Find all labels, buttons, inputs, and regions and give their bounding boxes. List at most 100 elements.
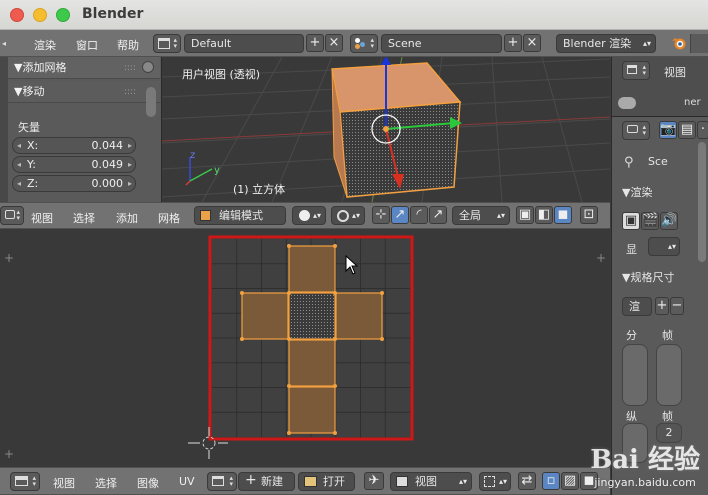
pivot-select[interactable]: ▴▾ bbox=[331, 206, 365, 225]
uv-image-editor[interactable]: + + + bbox=[0, 229, 610, 467]
display-select[interactable]: ▴▾ bbox=[648, 237, 680, 256]
vp-menu-select[interactable]: 选择 bbox=[73, 210, 95, 226]
manipulator-toggle-icon[interactable]: ⊹ bbox=[372, 206, 390, 224]
folder-icon bbox=[304, 476, 317, 487]
properties-editor-type-icon[interactable]: ▴ ▾ bbox=[622, 121, 650, 140]
window-close-button[interactable] bbox=[10, 8, 24, 22]
display-label: 显 bbox=[626, 243, 637, 256]
viewport-3d[interactable]: 用户视图 (透视) (1) 立方体 z y bbox=[162, 57, 610, 202]
vp-menu-mesh[interactable]: 网格 bbox=[158, 210, 180, 226]
uv-menu-image[interactable]: 图像 bbox=[137, 475, 159, 491]
face-select-icon[interactable]: ◼ bbox=[554, 206, 572, 224]
render-engine-label: Blender 渲染 bbox=[563, 37, 632, 50]
menu-help[interactable]: 帮助 bbox=[117, 37, 139, 53]
render-animation-button[interactable]: 🎬 bbox=[641, 212, 659, 230]
scale-manipulator-icon[interactable]: ↗ bbox=[429, 206, 447, 224]
window-titlebar: Blender bbox=[0, 0, 708, 30]
translate-manipulator-icon[interactable]: ↗ bbox=[391, 206, 409, 224]
pin-icon[interactable]: ⚲ bbox=[624, 155, 634, 170]
mouse-pointer-icon bbox=[345, 255, 359, 275]
uv-vertex-select-icon[interactable]: ▫ bbox=[542, 472, 560, 490]
uv-edge-select-icon[interactable]: ▨ bbox=[561, 472, 579, 490]
uv-menu-view[interactable]: 视图 bbox=[53, 475, 75, 491]
cube-mesh[interactable] bbox=[322, 57, 482, 202]
vp-menu-view[interactable]: 视图 bbox=[31, 210, 53, 226]
remove-preset-button[interactable]: − bbox=[670, 297, 684, 315]
tool-panel-scrollbar[interactable] bbox=[146, 87, 156, 117]
window-maximize-button[interactable] bbox=[56, 8, 70, 22]
open-image-button[interactable]: 打开 bbox=[298, 472, 355, 491]
menu-render[interactable]: 渲染 bbox=[34, 37, 56, 53]
vertex-select-icon[interactable]: ▣ bbox=[516, 206, 534, 224]
watermark-url: jingyan.baidu.com bbox=[594, 476, 696, 489]
image-mode-select[interactable]: 视图 ▴▾ bbox=[390, 472, 472, 491]
screen-layout-field[interactable]: Default bbox=[184, 34, 304, 53]
scene-field[interactable]: Scene bbox=[381, 34, 502, 53]
drag-handle-icon[interactable]: :::: bbox=[124, 81, 136, 103]
edge-select-icon[interactable]: ◧ bbox=[535, 206, 553, 224]
outliner-editor-type-icon[interactable]: ▴ ▾ bbox=[622, 61, 650, 80]
add-preset-button[interactable]: + bbox=[655, 297, 669, 315]
render-layers-tab-icon[interactable]: ▤ bbox=[678, 121, 696, 139]
remove-scene-button[interactable]: × bbox=[523, 34, 541, 52]
rotate-manipulator-icon[interactable]: ◜ bbox=[410, 206, 428, 224]
mode-select[interactable]: 编辑模式 bbox=[194, 206, 286, 225]
tool-tabs[interactable] bbox=[0, 57, 8, 202]
menu-window[interactable]: 窗口 bbox=[76, 37, 98, 53]
uv-pivot-select[interactable]: ▴▾ bbox=[479, 472, 511, 491]
properties-scrollbar[interactable] bbox=[698, 142, 706, 262]
pin-image-icon[interactable]: ✈ bbox=[364, 472, 384, 490]
viewport-editor-type-icon[interactable]: ▴ ▾ bbox=[0, 206, 24, 225]
bounding-box-icon bbox=[484, 476, 495, 487]
vector-y-field[interactable]: ◂ Y: 0.049 ▸ bbox=[12, 156, 136, 173]
new-image-button[interactable]: + 新建 bbox=[238, 472, 295, 491]
frame-column-label: 帧 bbox=[662, 329, 673, 342]
drag-handle-icon[interactable]: :::: bbox=[124, 57, 136, 79]
dimensions-panel-header[interactable]: ▼规格尺寸 bbox=[622, 269, 674, 285]
uv-menu-select[interactable]: 选择 bbox=[95, 475, 117, 491]
render-engine-select[interactable]: Blender 渲染 ▴▾ bbox=[556, 34, 656, 53]
watermark-main: Bai 经验 bbox=[590, 445, 700, 475]
remove-screen-button[interactable]: × bbox=[325, 34, 343, 52]
header-editor-icon[interactable]: ◂ bbox=[0, 34, 12, 52]
info-header: ◂ 渲染 窗口 帮助 ▴ ▾ Default + × ▴ ▾ Scene + × B… bbox=[0, 30, 708, 57]
resolution-fields[interactable] bbox=[622, 344, 648, 406]
render-audio-button[interactable]: 🔊 bbox=[660, 212, 678, 230]
add-scene-button[interactable]: + bbox=[504, 34, 522, 52]
scene-icon[interactable]: ▴ ▾ bbox=[350, 34, 378, 53]
frame-range-fields[interactable] bbox=[656, 344, 682, 406]
add-mesh-panel-header[interactable]: ▼添加网格 :::: bbox=[8, 57, 160, 79]
vector-x-field[interactable]: ◂ X: 0.044 ▸ bbox=[12, 137, 136, 154]
shading-sphere-icon bbox=[299, 210, 310, 221]
render-panel-header[interactable]: ▼渲染 bbox=[622, 184, 652, 200]
screen-layout-icon[interactable]: ▴ ▾ bbox=[153, 34, 181, 53]
uv-sync-icon[interactable]: ⇄ bbox=[518, 472, 536, 490]
mode-label: 编辑模式 bbox=[219, 209, 263, 222]
new-image-label: 新建 bbox=[261, 475, 283, 488]
image-view-icon bbox=[396, 476, 408, 487]
add-screen-button[interactable]: + bbox=[306, 34, 324, 52]
fps-column-label: 帧 bbox=[662, 410, 673, 423]
outliner-scroll-icon[interactable] bbox=[618, 97, 636, 109]
occlude-geometry-icon[interactable]: ⊡ bbox=[580, 206, 598, 224]
window-minimize-button[interactable] bbox=[33, 8, 47, 22]
move-panel-header[interactable]: ▼移动 :::: bbox=[8, 81, 160, 103]
dimensions-preset-select[interactable]: 渲 bbox=[622, 297, 652, 316]
active-object-label: (1) 立方体 bbox=[233, 183, 286, 196]
render-tab-icon[interactable]: 📷 bbox=[659, 121, 677, 139]
outliner-view-menu[interactable]: 视图 bbox=[664, 64, 686, 80]
tool-shelf: ▼添加网格 :::: ▼移动 :::: 矢量 ◂ X: 0.044 ▸ ◂ Y: 0.… bbox=[0, 57, 162, 202]
render-image-button[interactable]: ▣ bbox=[622, 212, 640, 230]
vp-menu-add[interactable]: 添加 bbox=[116, 210, 138, 226]
image-browse-icon[interactable]: ▴ ▾ bbox=[207, 472, 237, 491]
scene-tab-icon[interactable]: · bbox=[697, 121, 708, 139]
uv-canvas bbox=[188, 235, 414, 459]
shading-select[interactable]: ▴▾ bbox=[292, 206, 326, 225]
outliner-item-label[interactable]: ner bbox=[684, 97, 701, 108]
orientation-select[interactable]: 全局 ▴▾ bbox=[452, 206, 510, 225]
uv-menu-uv[interactable]: UV bbox=[179, 475, 195, 488]
uv-editor-type-icon[interactable]: ▴ ▾ bbox=[10, 472, 40, 491]
vector-z-field[interactable]: ◂ Z: 0.000 ▸ bbox=[12, 175, 136, 192]
image-mode-label: 视图 bbox=[415, 475, 437, 488]
panel-pin-icon[interactable] bbox=[142, 61, 154, 73]
